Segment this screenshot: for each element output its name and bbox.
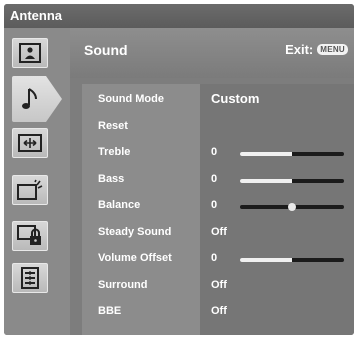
- setting-row-surround[interactable]: Surround Off: [4, 274, 276, 301]
- setting-label: Sound Mode: [98, 93, 164, 105]
- treble-slider[interactable]: [240, 152, 344, 156]
- balance-slider[interactable]: [240, 203, 344, 211]
- setting-value: Off: [211, 305, 227, 317]
- setting-label: BBE: [98, 305, 122, 317]
- setting-label: Steady Sound: [98, 225, 172, 238]
- setting-label: Surround: [98, 278, 148, 291]
- exit-label: Exit:: [285, 42, 314, 57]
- setting-value: 0: [211, 146, 218, 158]
- source-title-bar: Antenna: [4, 4, 354, 28]
- setting-label: Balance: [98, 199, 141, 211]
- volume-offset-slider[interactable]: [240, 258, 344, 262]
- setting-label: Bass: [98, 172, 125, 185]
- setting-label: Reset: [98, 119, 128, 132]
- tv-menu-frame: Antenna Sound Exit: MENU Sound Mode Cust…: [4, 4, 354, 335]
- menu-key-badge: MENU: [317, 44, 348, 55]
- setting-row-bass[interactable]: Bass 0: [4, 168, 344, 195]
- setting-value: Custom: [211, 91, 260, 106]
- setting-row-volume-offset[interactable]: Volume Offset 0: [4, 247, 344, 274]
- setting-label: Volume Offset: [98, 252, 172, 264]
- slider-fill: [240, 178, 292, 183]
- setting-row-bbe[interactable]: BBE Off: [4, 300, 276, 327]
- source-title: Antenna: [10, 8, 62, 23]
- bass-slider[interactable]: [240, 178, 344, 183]
- balance-thumb[interactable]: [288, 203, 296, 211]
- setting-value: Off: [211, 278, 227, 291]
- setting-value: Off: [211, 225, 227, 238]
- setting-row-treble[interactable]: Treble 0: [4, 141, 344, 168]
- setting-row-balance[interactable]: Balance 0: [4, 194, 344, 221]
- setting-value: 0: [211, 199, 218, 211]
- setting-row-sound-mode[interactable]: Sound Mode Custom: [4, 88, 276, 115]
- picture-icon[interactable]: [12, 38, 48, 68]
- page-title: Sound: [84, 42, 128, 58]
- setting-row-reset[interactable]: Reset: [4, 115, 276, 142]
- slider-fill: [240, 258, 292, 262]
- setting-label: Treble: [98, 146, 131, 158]
- setting-value: 0: [211, 252, 218, 264]
- slider-fill: [240, 152, 292, 156]
- panel-header: Sound Exit: MENU: [70, 28, 354, 78]
- exit-hint: Exit: MENU: [285, 42, 348, 57]
- setting-value: 0: [211, 172, 218, 185]
- setting-row-steady-sound[interactable]: Steady Sound Off: [4, 221, 276, 248]
